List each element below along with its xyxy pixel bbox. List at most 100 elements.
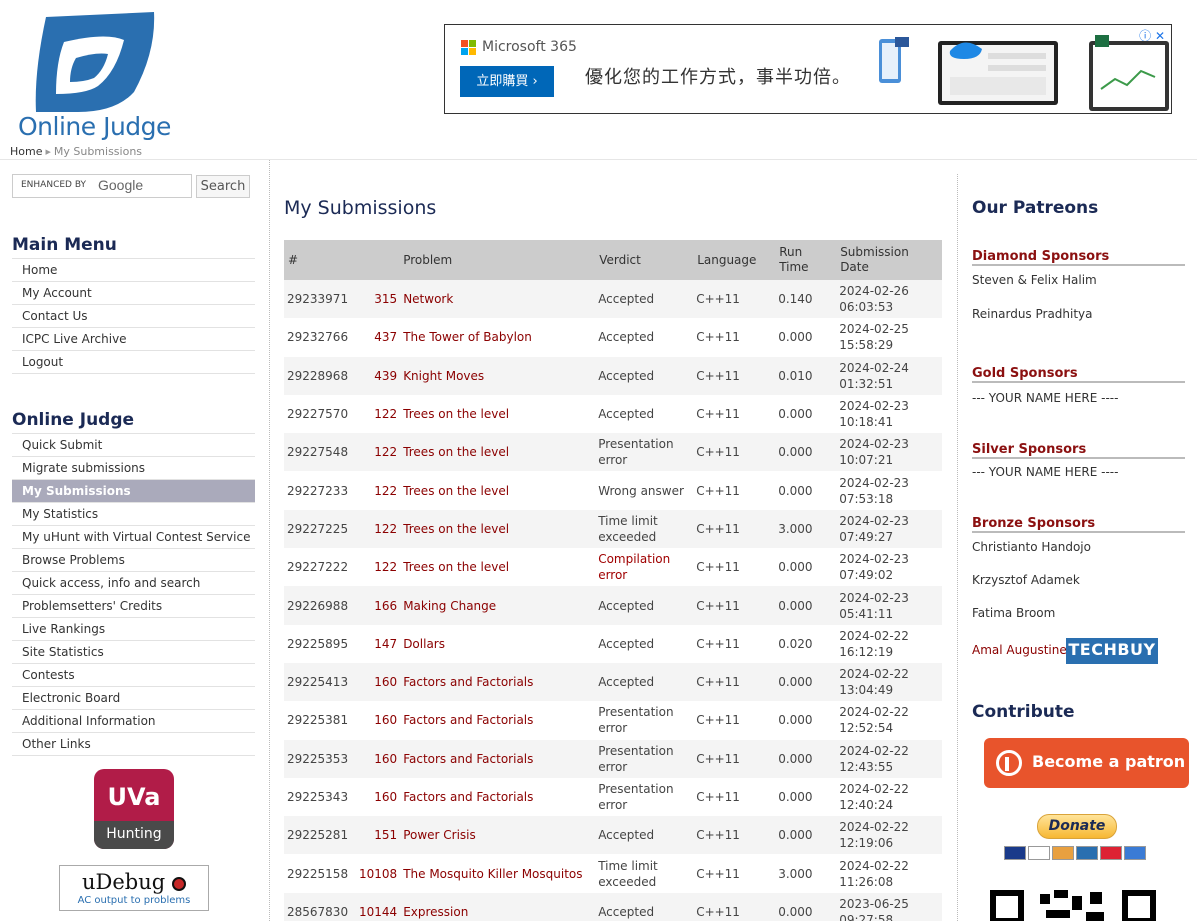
contribute-title: Contribute xyxy=(972,702,1075,722)
menu-item-my-submissions[interactable]: My Submissions xyxy=(12,480,255,503)
problem-title-link[interactable]: The Tower of Babylon xyxy=(403,318,596,357)
problem-title-link[interactable]: Expression xyxy=(403,892,596,921)
submission-date: 2024-02-22 13:04:49 xyxy=(836,662,942,702)
problem-id-link[interactable]: 122 xyxy=(356,433,404,472)
problem-title-link[interactable]: Network xyxy=(403,280,596,319)
problem-title-link[interactable]: Making Change xyxy=(403,586,596,625)
menu-item-other-links[interactable]: Other Links xyxy=(12,733,255,756)
menu-item-my-statistics[interactable]: My Statistics xyxy=(12,503,255,526)
problem-id-link[interactable]: 160 xyxy=(356,662,404,702)
submission-date: 2024-02-23 07:49:02 xyxy=(836,548,942,587)
problem-title-link[interactable]: Factors and Factorials xyxy=(403,777,596,817)
problem-title-link[interactable]: Factors and Factorials xyxy=(403,701,596,740)
table-row: 29227222 122 Trees on the level Compilation… xyxy=(284,548,942,587)
menu-item-migrate-submissions[interactable]: Migrate submissions xyxy=(12,457,255,480)
problem-id-link[interactable]: 437 xyxy=(356,318,404,357)
ad-buy-button[interactable]: 立即購買 › xyxy=(460,66,554,97)
run-time: 0.000 xyxy=(775,816,837,855)
problem-id-link[interactable]: 147 xyxy=(356,624,404,663)
menu-item-additional-information[interactable]: Additional Information xyxy=(12,710,255,733)
submission-id: 29225353 xyxy=(284,739,356,778)
problem-title-link[interactable]: Factors and Factorials xyxy=(403,739,596,778)
problem-id-link[interactable]: 122 xyxy=(356,394,404,434)
sponsor-link[interactable]: Amal Augustine xyxy=(972,643,1067,657)
verdict: Time limit exceeded xyxy=(595,509,694,549)
techbuy-logo[interactable]: TECHBUY xyxy=(1066,638,1158,664)
problem-title-link[interactable]: Power Crisis xyxy=(403,816,596,855)
menu-item-live-rankings[interactable]: Live Rankings xyxy=(12,618,255,641)
submission-id: 29225343 xyxy=(284,777,356,817)
problem-id-link[interactable]: 160 xyxy=(356,701,404,740)
problem-id-link[interactable]: 10108 xyxy=(356,854,404,893)
verdict: Presentation error xyxy=(595,701,694,740)
search-button[interactable]: Search xyxy=(196,175,250,198)
table-row: 29225895 147 Dollars Accepted C++11 0.020 2024… xyxy=(284,624,942,663)
verdict: Accepted xyxy=(595,280,694,319)
google-search-input[interactable]: ENHANCED BY Google xyxy=(12,174,192,198)
problem-title-link[interactable]: Factors and Factorials xyxy=(403,662,596,702)
problem-title-link[interactable]: Trees on the level xyxy=(403,548,596,587)
menu-item-my-account[interactable]: My Account xyxy=(12,282,255,305)
udebug-label: uDebug xyxy=(82,870,166,894)
menu-item-contact-us[interactable]: Contact Us xyxy=(12,305,255,328)
verdict: Accepted xyxy=(595,356,694,395)
menu-item-icpc-live-archive[interactable]: ICPC Live Archive xyxy=(12,328,255,351)
submission-id: 29225413 xyxy=(284,662,356,702)
menu-item-logout[interactable]: Logout xyxy=(12,351,255,374)
problem-title-link[interactable]: The Mosquito Killer Mosquitos xyxy=(403,854,596,893)
problem-title-link[interactable]: Trees on the level xyxy=(403,471,596,510)
verdict: Presentation error xyxy=(595,777,694,817)
right-sidebar: Our Patreons Diamond Sponsors Steven & F… xyxy=(957,174,1197,921)
ladybug-icon xyxy=(172,877,186,891)
submission-date-time: 13:04:49 xyxy=(839,683,894,698)
main-menu: Home My Account Contact Us ICPC Live Arc… xyxy=(12,258,255,374)
menu-item-contests[interactable]: Contests xyxy=(12,664,255,687)
problem-title-link[interactable]: Knight Moves xyxy=(403,356,596,395)
udebug-badge[interactable]: uDebug AC output to problems xyxy=(59,865,209,911)
problem-id-link[interactable]: 439 xyxy=(356,356,404,395)
run-time: 0.000 xyxy=(775,433,837,472)
logo-text[interactable]: Online Judge xyxy=(18,112,171,141)
microsoft-logo-icon xyxy=(461,40,477,56)
menu-item-quick-submit[interactable]: Quick Submit xyxy=(12,434,255,457)
submission-date-day: 2024-02-22 xyxy=(839,782,909,796)
ad-laptop-image-icon xyxy=(938,41,1058,105)
ad-slogan: 優化您的工作方式，事半功倍。 xyxy=(585,67,851,88)
submission-date-time: 07:49:02 xyxy=(839,568,894,583)
problem-id-link[interactable]: 166 xyxy=(356,586,404,625)
submission-date-day: 2024-02-22 xyxy=(839,743,909,758)
menu-item-site-statistics[interactable]: Site Statistics xyxy=(12,641,255,664)
menu-item-browse-problems[interactable]: Browse Problems xyxy=(12,549,255,572)
problem-id-link[interactable]: 151 xyxy=(356,816,404,855)
menu-item-electronic-board[interactable]: Electronic Board xyxy=(12,687,255,710)
problem-id-link[interactable]: 10144 xyxy=(356,892,404,921)
menu-item-my-uhunt[interactable]: My uHunt with Virtual Contest Service xyxy=(12,526,255,549)
problem-title-link[interactable]: Trees on the level xyxy=(403,433,596,472)
breadcrumb-home-link[interactable]: Home xyxy=(10,145,42,158)
menu-item-problemsetters-credits[interactable]: Problemsetters' Credits xyxy=(12,595,255,618)
uva-hunting-badge[interactable]: UVa Hunting xyxy=(94,769,174,849)
problem-id-link[interactable]: 160 xyxy=(356,739,404,778)
problem-id-link[interactable]: 122 xyxy=(356,509,404,549)
problem-id-link[interactable]: 122 xyxy=(356,471,404,510)
submission-date-time: 07:53:18 xyxy=(839,491,894,506)
submission-date: 2024-02-22 12:40:24 xyxy=(836,777,942,817)
advertisement-banner[interactable]: Microsoft 365 立即購買 › 優化您的工作方式，事半功倍。 ⓘ ✕ xyxy=(444,24,1172,114)
problem-title-link[interactable]: Dollars xyxy=(403,624,596,663)
problem-id-link[interactable]: 122 xyxy=(356,548,404,587)
run-time: 0.000 xyxy=(775,662,837,702)
menu-item-quick-access[interactable]: Quick access, info and search xyxy=(12,572,255,595)
problem-id-link[interactable]: 160 xyxy=(356,777,404,817)
paypal-donate-button[interactable]: Donate xyxy=(1037,814,1117,839)
language: C++11 xyxy=(693,548,776,587)
become-patron-button[interactable]: Become a patron xyxy=(984,738,1189,788)
problem-id-link[interactable]: 315 xyxy=(356,280,404,319)
run-time: 0.000 xyxy=(775,586,837,625)
submission-date: 2024-02-22 12:43:55 xyxy=(836,739,942,778)
menu-item-home[interactable]: Home xyxy=(12,259,255,282)
problem-title-link[interactable]: Trees on the level xyxy=(403,509,596,549)
problem-title-link[interactable]: Trees on the level xyxy=(403,394,596,434)
sponsor-name: Fatima Broom xyxy=(972,606,1056,620)
table-row: 29225343 160 Factors and Factorials Present… xyxy=(284,777,942,817)
language: C++11 xyxy=(693,739,776,778)
